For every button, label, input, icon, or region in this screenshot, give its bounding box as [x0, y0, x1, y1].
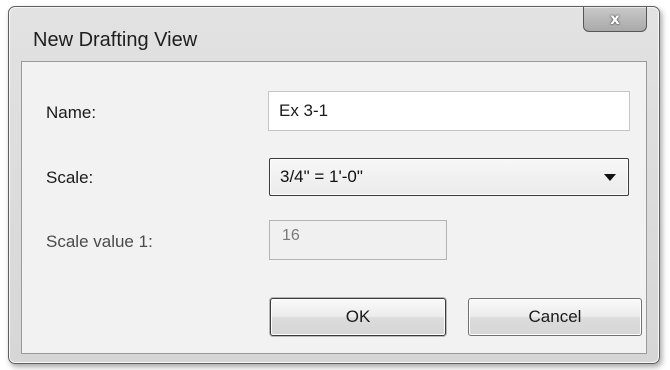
scale-label: Scale:	[46, 168, 94, 187]
ok-button[interactable]: OK	[270, 298, 446, 336]
cancel-button[interactable]: Cancel	[468, 298, 642, 336]
scale-dropdown[interactable]: 3/4" = 1'-0"	[269, 158, 629, 196]
scale-selected-value: 3/4" = 1'-0"	[280, 167, 363, 186]
dialog-body: Name: Scale: 3/4" = 1'-0" Scale value 1:…	[21, 61, 647, 354]
dialog-title: New Drafting View	[33, 29, 198, 51]
close-icon: x	[610, 10, 620, 28]
name-input[interactable]	[268, 91, 630, 131]
chevron-down-icon[interactable]	[604, 174, 616, 181]
close-button[interactable]: x	[583, 7, 647, 32]
scale-value-label: Scale value 1:	[46, 232, 153, 251]
name-label: Name:	[46, 103, 97, 122]
scale-value-field: 16	[269, 220, 447, 260]
dialog-window: New Drafting View x Name: Scale: 3/4" = …	[8, 6, 660, 364]
